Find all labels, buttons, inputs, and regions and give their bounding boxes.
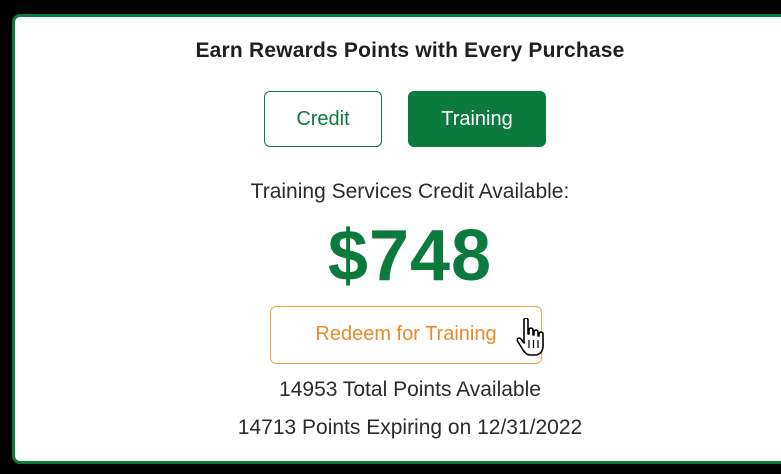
tab-training[interactable]: Training xyxy=(408,91,546,147)
redeem-for-training-button[interactable]: Redeem for Training xyxy=(270,306,542,364)
tab-credit[interactable]: Credit xyxy=(264,91,382,147)
rewards-title: Earn Rewards Points with Every Purchase xyxy=(195,39,625,62)
total-points-text: 14953 Total Points Available xyxy=(279,378,541,401)
credit-amount: $748 xyxy=(327,216,493,296)
hand-pointer-icon xyxy=(516,318,544,356)
rewards-card: Earn Rewards Points with Every Purchase … xyxy=(12,14,781,464)
credit-available-label: Training Services Credit Available: xyxy=(250,180,570,203)
expiring-points-text: 14713 Points Expiring on 12/31/2022 xyxy=(237,416,583,439)
